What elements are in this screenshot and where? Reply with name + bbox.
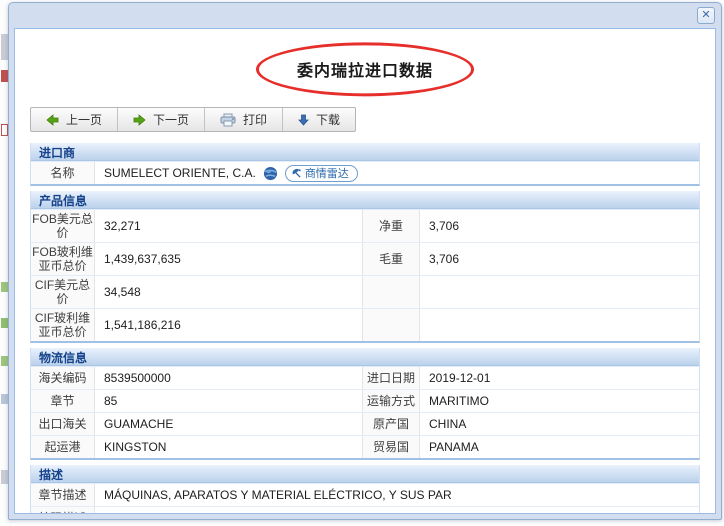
section-logistics: 物流信息 海关编码 8539500000 进口日期 2019-12-01 章节 … — [30, 348, 700, 460]
field-label: FOB玻利维亚币总价 — [31, 243, 95, 275]
field-value: 1,439,637,635 — [95, 243, 363, 275]
field-label: 毛重 — [363, 243, 420, 275]
field-value: MÁQUINAS, APARATOS Y MATERIAL ELÉCTRICO,… — [95, 484, 699, 506]
import-data-dialog: ✕ 委内瑞拉进口数据 上一页 下一页 — [8, 2, 722, 520]
arrow-left-icon — [46, 114, 59, 126]
field-label: 净重 — [363, 210, 420, 242]
field-label — [363, 309, 420, 341]
field-label: 名称 — [31, 162, 95, 184]
prev-page-label: 上一页 — [66, 111, 102, 128]
field-label: FOB美元总价 — [31, 210, 95, 242]
dialog-body: 委内瑞拉进口数据 上一页 下一页 — [14, 28, 716, 514]
table-row: FOB美元总价 32,271 净重 3,706 — [31, 209, 699, 242]
print-button[interactable]: 打印 — [205, 108, 283, 131]
table-row: 海关编码 8539500000 进口日期 2019-12-01 — [31, 366, 699, 389]
detail-sections: 进口商 名称 SUMELECT ORIENTE, C.A. — [30, 143, 700, 514]
field-label: 海关编码 — [31, 367, 95, 389]
radar-badge-label: 商情雷达 — [305, 165, 349, 181]
field-value: 32,271 — [95, 210, 363, 242]
next-page-button[interactable]: 下一页 — [118, 108, 205, 131]
field-label: 运输方式 — [363, 390, 420, 412]
field-value: PANAMA — [420, 436, 699, 458]
field-label: 进口日期 — [363, 367, 420, 389]
table-row: CIF玻利维亚币总价 1,541,186,216 — [31, 308, 699, 341]
arrow-right-icon — [133, 114, 146, 126]
field-value: 8539500000 — [95, 367, 363, 389]
close-icon[interactable]: ✕ — [697, 7, 715, 24]
field-value: Lámparas y tubos de diodos emisores de l… — [95, 507, 699, 514]
backdrop-fragment — [1, 318, 8, 328]
business-radar-badge[interactable]: 商情雷达 — [285, 165, 358, 182]
backdrop-fragment — [1, 34, 8, 60]
backdrop-fragment — [1, 124, 8, 136]
field-label: CIF美元总价 — [31, 276, 95, 308]
field-value — [420, 309, 699, 341]
importer-name: SUMELECT ORIENTE, C.A. — [104, 166, 256, 180]
field-value: 3,706 — [420, 243, 699, 275]
section-product-header: 产品信息 — [31, 191, 699, 209]
field-value: SUMELECT ORIENTE, C.A. — [95, 162, 699, 184]
backdrop-fragment — [1, 394, 8, 404]
field-label: 出口海关 — [31, 413, 95, 435]
field-value: 2019-12-01 — [420, 367, 699, 389]
field-label: 章节描述 — [31, 484, 95, 506]
section-logistics-header: 物流信息 — [31, 348, 699, 366]
prev-page-button[interactable]: 上一页 — [31, 108, 118, 131]
section-description-header: 描述 — [31, 465, 699, 483]
field-label: 编码描述 — [31, 507, 95, 514]
table-row: 章节 85 运输方式 MARITIMO — [31, 389, 699, 412]
field-value: CHINA — [420, 413, 699, 435]
table-row: CIF美元总价 34,548 — [31, 275, 699, 308]
field-value: 3,706 — [420, 210, 699, 242]
table-row: FOB玻利维亚币总价 1,439,637,635 毛重 3,706 — [31, 242, 699, 275]
field-label: 起运港 — [31, 436, 95, 458]
backdrop-fragment — [1, 282, 8, 292]
field-label: 贸易国 — [363, 436, 420, 458]
printer-icon — [220, 113, 236, 127]
print-label: 打印 — [243, 111, 267, 128]
field-label: 章节 — [31, 390, 95, 412]
radar-icon — [291, 168, 302, 179]
field-value — [420, 276, 699, 308]
section-product: 产品信息 FOB美元总价 32,271 净重 3,706 FOB玻利维亚币总价 … — [30, 191, 700, 343]
table-row: 起运港 KINGSTON 贸易国 PANAMA — [31, 435, 699, 458]
table-row: 编码描述 Lámparas y tubos de diodos emisores… — [31, 506, 699, 514]
field-label: 原产国 — [363, 413, 420, 435]
table-row: 名称 SUMELECT ORIENTE, C.A. — [31, 161, 699, 184]
dialog-titlebar[interactable]: ✕ — [9, 3, 721, 28]
field-value: GUAMACHE — [95, 413, 363, 435]
backdrop-fragment — [1, 470, 8, 484]
backdrop-fragment — [1, 356, 8, 366]
globe-icon[interactable] — [263, 166, 278, 181]
section-importer: 进口商 名称 SUMELECT ORIENTE, C.A. — [30, 143, 700, 186]
arrow-down-icon — [298, 114, 309, 126]
section-description: 描述 章节描述 MÁQUINAS, APARATOS Y MATERIAL EL… — [30, 465, 700, 514]
title-area: 委内瑞拉进口数据 — [15, 29, 715, 101]
field-value: KINGSTON — [95, 436, 363, 458]
field-value: 85 — [95, 390, 363, 412]
table-row: 出口海关 GUAMACHE 原产国 CHINA — [31, 412, 699, 435]
page-title: 委内瑞拉进口数据 — [297, 57, 433, 81]
next-page-label: 下一页 — [153, 111, 189, 128]
table-row: 章节描述 MÁQUINAS, APARATOS Y MATERIAL ELÉCT… — [31, 483, 699, 506]
field-value: 34,548 — [95, 276, 363, 308]
field-label: CIF玻利维亚币总价 — [31, 309, 95, 341]
field-value: MARITIMO — [420, 390, 699, 412]
field-value: 1,541,186,216 — [95, 309, 363, 341]
pager-toolbar: 上一页 下一页 打印 — [30, 107, 356, 132]
field-label — [363, 276, 420, 308]
download-button[interactable]: 下载 — [283, 108, 355, 131]
download-label: 下载 — [316, 111, 340, 128]
section-importer-header: 进口商 — [31, 143, 699, 161]
backdrop-fragment — [1, 70, 8, 82]
